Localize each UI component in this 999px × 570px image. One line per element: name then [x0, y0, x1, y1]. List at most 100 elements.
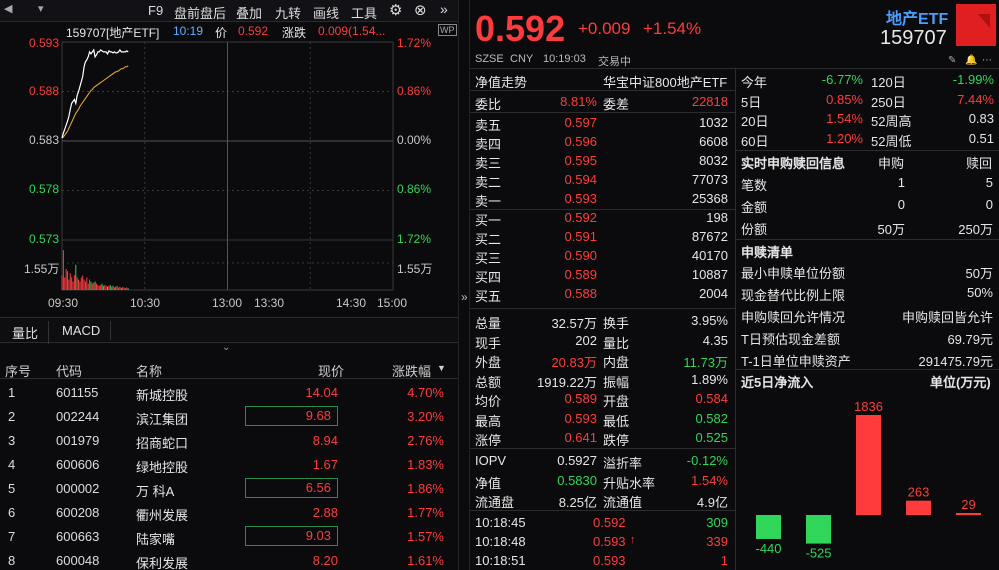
table-row[interactable]: 3 001979 招商蛇口 8.94 2.76% — [0, 429, 458, 453]
list-value: 50% — [966, 285, 993, 300]
panel-splitter[interactable]: » — [458, 0, 470, 570]
subscribe-label: 份额 — [741, 222, 768, 237]
tab-volume-ratio[interactable]: 量比 — [2, 321, 50, 344]
period-row: 5日 0.85% 250日 7.44% — [736, 91, 999, 110]
col-name[interactable]: 名称 — [136, 361, 162, 380]
intraday-chart[interactable]: 159707[地产ETF] 10:19 价 0.592 涨跌 0.009(1.5… — [0, 22, 458, 314]
stat-label: 量比 — [603, 335, 630, 351]
security-name: 地产ETF — [886, 11, 949, 28]
stat-value: 1.89% — [691, 371, 728, 387]
x-tick: 13:00 — [212, 296, 243, 310]
period-label: 250日 — [871, 94, 906, 110]
sort-down-icon[interactable]: ▼ — [437, 363, 446, 373]
tick-volume: 339 — [706, 534, 728, 549]
more-icon[interactable]: ⋯ — [982, 55, 992, 66]
ask-volume: 1032 — [699, 115, 728, 130]
ask-volume: 6608 — [699, 134, 728, 149]
table-row[interactable]: 6 600208 衢州发展 2.88 1.77% — [0, 501, 458, 525]
toolbar-tools[interactable]: 工具 — [351, 3, 377, 22]
toolbar-draw[interactable]: 画线 — [313, 3, 339, 22]
col-price[interactable]: 现价 — [318, 361, 344, 380]
ask-row[interactable]: 卖一 0.593 25368 — [470, 190, 735, 209]
list-label: T日预估现金差额 — [741, 332, 840, 347]
row-no: 7 — [8, 529, 16, 544]
inflow-bar — [806, 515, 831, 544]
row-pct: 1.61% — [407, 553, 444, 568]
bid-label: 买五 — [475, 289, 502, 304]
stat-value: 20.83万 — [551, 355, 597, 370]
row-no: 5 — [8, 481, 16, 496]
ask-label: 卖四 — [475, 137, 502, 152]
bid-price: 0.591 — [564, 229, 597, 244]
row-name: 保利发展 — [136, 556, 189, 570]
table-row[interactable]: 2 002244 滨江集团 9.68 3.20% — [0, 405, 458, 429]
stat-label: 流通值 — [603, 495, 643, 510]
period-value: -6.77% — [821, 72, 863, 87]
expand-icon[interactable]: » — [440, 1, 448, 17]
tab-macd[interactable]: MACD — [52, 321, 112, 340]
edit-icon[interactable]: ✎ — [948, 55, 956, 66]
prev-arrow-icon[interactable]: ◀ — [4, 2, 12, 15]
stat-value: 4.9亿 — [696, 495, 728, 510]
period-value: 1.20% — [826, 130, 863, 146]
price-change-pct: +1.54% — [643, 19, 702, 38]
bell-icon[interactable]: 🔔 — [965, 55, 977, 66]
ask-row[interactable]: 卖二 0.594 77073 — [470, 171, 735, 190]
table-row[interactable]: 4 600606 绿地控股 1.67 1.83% — [0, 453, 458, 477]
stat-label: 最低 — [603, 413, 630, 429]
bid-price: 0.588 — [564, 286, 597, 301]
etf-stat-row: IOPV 0.5927 溢折率 -0.12% — [470, 452, 735, 471]
bid-volume: 198 — [706, 210, 728, 225]
bid-row[interactable]: 买三 0.590 40170 — [470, 247, 735, 266]
stat-label: 换手 — [603, 316, 630, 331]
table-row[interactable]: 7 600663 陆家嘴 9.03 1.57% — [0, 525, 458, 549]
table-row[interactable]: 1 601155 新城控股 14.04 4.70% — [0, 381, 458, 405]
dropdown-arrow-icon[interactable]: ▾ — [38, 2, 44, 15]
tick-volume: 1 — [720, 553, 728, 568]
tick-price: 0.593 — [593, 553, 626, 568]
toolbar-overlay[interactable]: 叠加 — [236, 3, 262, 22]
collapse-chevron-icon[interactable]: ⌄ — [222, 342, 230, 353]
inflow-bar-label: 263 — [908, 485, 930, 500]
nav-trend-link[interactable]: 净值走势 — [475, 72, 527, 91]
toolbar-nine-turn[interactable]: 九转 — [275, 3, 301, 22]
bid-price: 0.590 — [564, 248, 597, 263]
toolbar-premarket[interactable]: 盘前盘后 — [174, 3, 226, 22]
col-code[interactable]: 代码 — [56, 361, 82, 380]
y-right-label: 1.72% — [397, 36, 432, 50]
ask-row[interactable]: 卖四 0.596 6608 — [470, 133, 735, 152]
subscribe-col1: 申购 — [878, 156, 905, 171]
row-name: 滨江集团 — [136, 412, 189, 427]
bid-row[interactable]: 买四 0.589 10887 — [470, 266, 735, 285]
stat-value: 4.35 — [702, 332, 728, 348]
table-row[interactable]: 8 600048 保利发展 8.20 1.61% — [0, 549, 458, 570]
gear-icon[interactable]: ⚙ — [389, 1, 402, 19]
ask-row[interactable]: 卖五 0.597 1032 — [470, 114, 735, 133]
inflow-bar — [756, 515, 781, 539]
bid-row[interactable]: 买一 0.592 198 — [470, 209, 735, 228]
stat-label: 涨停 — [475, 433, 502, 448]
x-tick: 10:30 — [130, 296, 161, 310]
tick-price: 0.593 — [593, 534, 626, 549]
logo — [956, 4, 996, 46]
bid-row[interactable]: 买二 0.591 87672 — [470, 228, 735, 247]
subscribe-title: 实时申购赎回信息 — [741, 156, 846, 171]
col-pct[interactable]: 涨跌幅 — [392, 361, 431, 380]
flow-unit: 单位(万元) — [930, 375, 991, 390]
col-no[interactable]: 序号 — [5, 361, 31, 380]
ask-row[interactable]: 卖三 0.595 8032 — [470, 152, 735, 171]
bid-row[interactable]: 买五 0.588 2004 — [470, 285, 735, 304]
quote-time: 10:19:03 — [543, 53, 586, 65]
list-row: 申购赎回允许情况 申购赎回皆允许 — [736, 306, 999, 325]
stat-label: 内盘 — [603, 355, 630, 370]
stat-value: 0.5927 — [557, 453, 597, 468]
period-label: 60日 — [741, 133, 769, 149]
toolbar-f9[interactable]: F9 — [148, 3, 163, 18]
period-value: 0.83 — [968, 111, 994, 126]
table-row[interactable]: 5 000002 万 科A 6.56 1.86% — [0, 477, 458, 501]
stat-value: 1.54% — [691, 472, 728, 488]
close-circle-icon[interactable]: ⊗ — [414, 1, 427, 19]
row-pct: 1.83% — [407, 457, 444, 472]
y-left-label: 0.583 — [29, 133, 60, 147]
collapse-arrow-icon[interactable]: » — [461, 290, 468, 304]
